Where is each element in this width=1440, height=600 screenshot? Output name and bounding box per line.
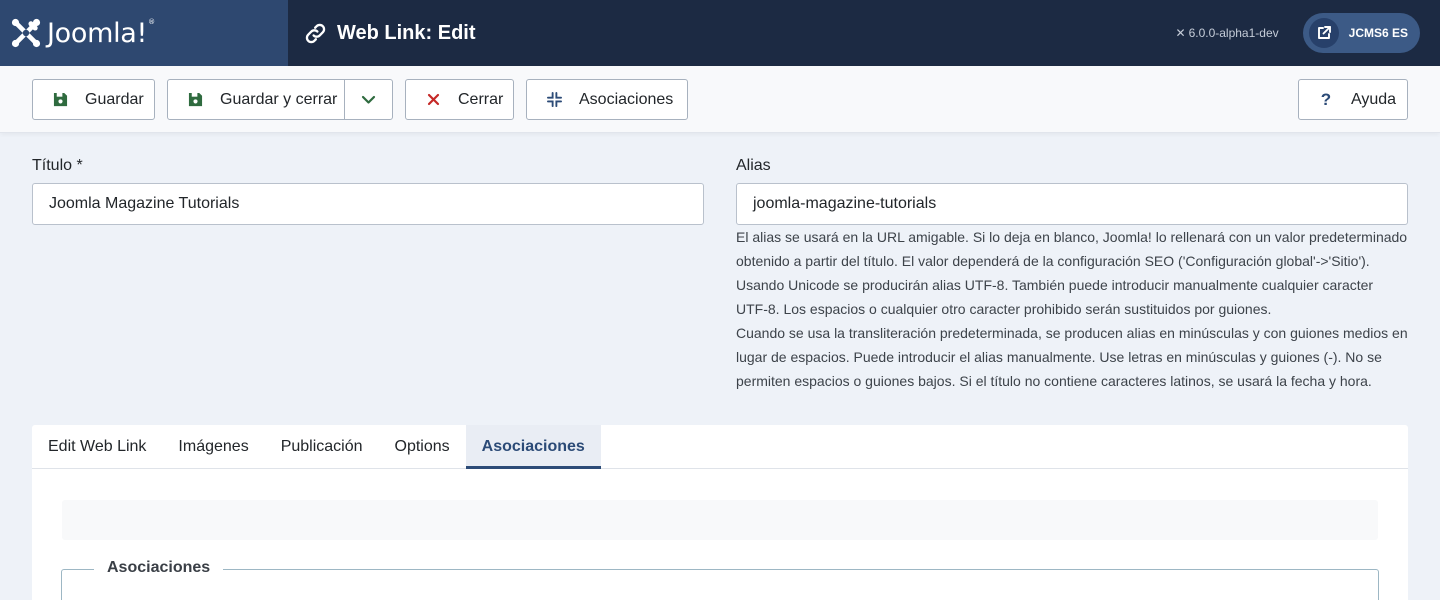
- associations-fieldset: Asociaciones: [61, 559, 1379, 600]
- title-input[interactable]: Joomla Magazine Tutorials: [32, 183, 704, 225]
- page-title: Web Link: Edit: [304, 22, 476, 45]
- info-alert: [62, 500, 1378, 540]
- site-name: JCMS6 ES: [1348, 26, 1408, 40]
- tab-panel: Asociaciones: [32, 469, 1408, 600]
- joomla-logo[interactable]: Joomla!®: [0, 0, 288, 66]
- page-title-text: Web Link: Edit: [337, 21, 476, 44]
- version-text: 6.0.0-alpha1-dev: [1188, 26, 1279, 40]
- tab-options[interactable]: Options: [379, 425, 466, 469]
- floppy-disk-icon: [51, 91, 69, 109]
- logo-text: Joomla!®: [47, 17, 155, 49]
- question-icon: ?: [1320, 89, 1332, 109]
- tab-associations[interactable]: Asociaciones: [465, 425, 601, 469]
- close-button[interactable]: Cerrar: [405, 79, 514, 120]
- tab-edit-web-link[interactable]: Edit Web Link: [32, 425, 162, 469]
- close-icon: [424, 91, 442, 109]
- save-and-close-button[interactable]: Guardar y cerrar: [167, 79, 393, 120]
- help-button[interactable]: ? Ayuda: [1298, 79, 1408, 120]
- view-site-button[interactable]: JCMS6 ES: [1302, 13, 1420, 53]
- joomla-small-icon: ✕: [1175, 26, 1186, 40]
- floppy-disk-icon: [186, 91, 204, 109]
- save-label: Guardar: [85, 90, 144, 108]
- help-label: Ayuda: [1351, 90, 1397, 108]
- toolbar: Guardar Guardar y cerrar Cerrar Asociaci…: [0, 66, 1440, 133]
- compress-icon: [545, 91, 563, 109]
- save-button[interactable]: Guardar: [32, 79, 155, 120]
- close-label: Cerrar: [458, 90, 504, 108]
- associations-button[interactable]: Asociaciones: [526, 79, 688, 120]
- link-icon: [305, 23, 326, 43]
- save-and-close-label: Guardar y cerrar: [220, 90, 338, 108]
- save-options-dropdown-toggle[interactable]: [345, 80, 392, 119]
- title-label: Título *: [32, 157, 83, 174]
- joomla-logo-icon: [11, 18, 41, 48]
- top-header: Joomla!® Web Link: Edit ✕ 6.0.0-alpha1-d…: [0, 0, 1440, 66]
- chevron-down-icon: [361, 95, 376, 104]
- alias-help-paragraph: Cuando se usa la transliteración predete…: [736, 325, 1408, 389]
- edit-tabs: Edit Web Link Imágenes Publicación Optio…: [32, 425, 1408, 469]
- tab-images[interactable]: Imágenes: [162, 425, 264, 469]
- tab-publishing[interactable]: Publicación: [265, 425, 379, 469]
- fieldset-legend: Asociaciones: [94, 559, 224, 577]
- version-label: ✕ 6.0.0-alpha1-dev: [1176, 26, 1279, 40]
- alias-help-text: El alias se usará en la URL amigable. Si…: [736, 225, 1408, 393]
- alias-input[interactable]: joomla-magazine-tutorials: [736, 183, 1408, 225]
- associations-label: Asociaciones: [579, 90, 674, 108]
- alias-label: Alias: [736, 157, 771, 174]
- alias-help-paragraph: El alias se usará en la URL amigable. Si…: [736, 229, 1408, 317]
- external-link-icon: [1308, 18, 1339, 48]
